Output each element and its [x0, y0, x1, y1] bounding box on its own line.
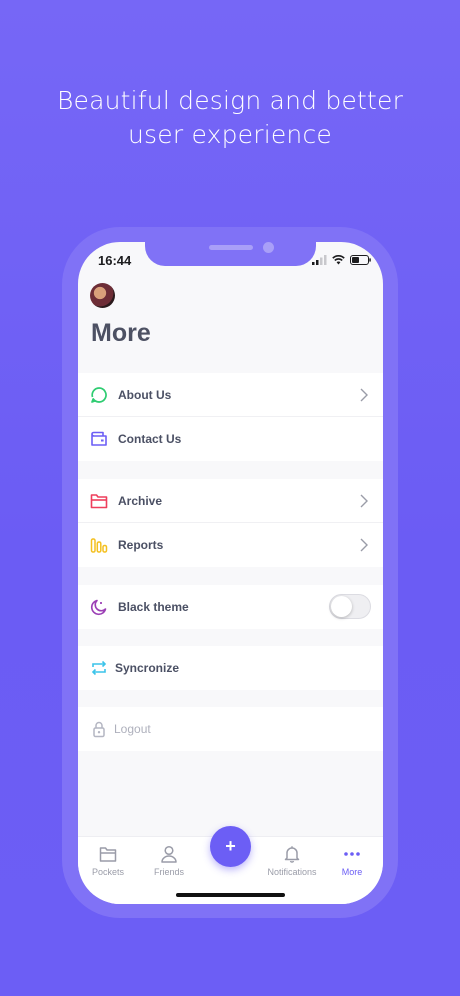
tab-label-pockets: Pockets [91, 867, 124, 877]
tab-more[interactable]: More [324, 844, 380, 877]
lock-icon [89, 719, 108, 738]
section-data: Archive Reports [78, 479, 383, 567]
headline-line-1: Beautiful design and better [56, 86, 404, 115]
home-indicator[interactable] [176, 893, 285, 897]
notch [145, 242, 316, 266]
user-icon [161, 845, 177, 863]
menu-item-archive[interactable]: Archive [78, 479, 383, 523]
speaker [209, 245, 253, 250]
page-title: More [91, 319, 151, 347]
menu-label-sync: Syncronize [115, 661, 180, 675]
add-button[interactable]: + [210, 826, 251, 867]
phone-screen: 16:44 More About Us Contact Us Archive R… [78, 242, 383, 904]
menu-item-black-theme[interactable]: Black theme [78, 585, 383, 629]
camera [263, 242, 274, 253]
more-dots-icon [344, 852, 360, 856]
chevron-right-icon [360, 538, 368, 552]
avatar[interactable] [90, 283, 115, 308]
headline-line-2: user experience [127, 120, 333, 149]
menu-item-about[interactable]: About Us [78, 373, 383, 417]
status-icons [312, 254, 371, 265]
chevron-right-icon [360, 494, 368, 508]
section-theme: Black theme [78, 585, 383, 629]
chevron-right-icon [360, 388, 368, 402]
bar-chart-icon [89, 535, 108, 554]
folder-icon [99, 846, 117, 862]
tab-label-notifications: Notifications [267, 867, 317, 877]
tab-label-more: More [341, 867, 363, 877]
tab-label-friends: Friends [153, 867, 184, 877]
menu-label-logout: Logout [114, 722, 151, 736]
bell-icon [284, 846, 300, 863]
black-theme-toggle[interactable] [329, 594, 371, 619]
menu-item-logout[interactable]: Logout [78, 707, 383, 751]
menu-label-archive: Archive [118, 494, 163, 508]
menu-item-contact[interactable]: Contact Us [78, 417, 383, 461]
tab-notifications[interactable]: Notifications [260, 844, 324, 877]
status-time: 16:44 [98, 253, 132, 268]
section-sync: Syncronize [78, 646, 383, 690]
wallet-icon [89, 429, 108, 448]
sync-icon [89, 658, 108, 677]
menu-label-reports: Reports [118, 538, 164, 552]
menu-item-reports[interactable]: Reports [78, 523, 383, 567]
menu-item-sync[interactable]: Syncronize [78, 646, 383, 690]
toggle-knob [331, 596, 352, 617]
headline: Beautiful design and better user experie… [0, 84, 460, 152]
folder-icon [89, 491, 108, 510]
moon-icon [89, 597, 108, 616]
wifi-icon [332, 254, 345, 264]
battery-icon [350, 254, 371, 265]
section-info: About Us Contact Us [78, 373, 383, 461]
menu-label-about: About Us [118, 388, 172, 402]
tab-pockets[interactable]: Pockets [80, 844, 136, 877]
signal-icon [312, 254, 327, 265]
menu-label-black-theme: Black theme [118, 600, 189, 614]
tab-friends[interactable]: Friends [141, 844, 197, 877]
chat-bubble-icon [89, 385, 108, 404]
section-logout: Logout [78, 707, 383, 751]
menu-label-contact: Contact Us [118, 432, 182, 446]
